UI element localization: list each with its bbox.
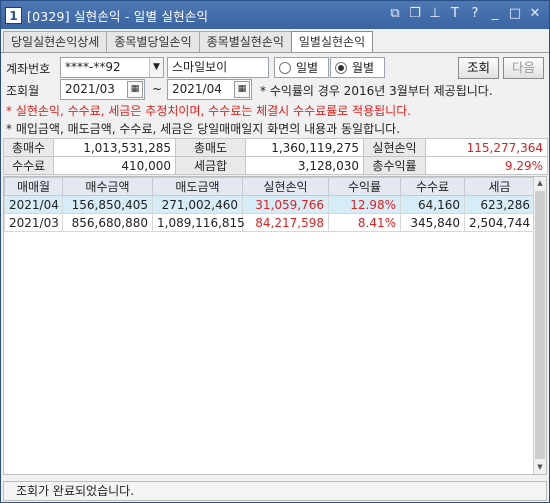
cell-realized-pnl: 31,059,766 [242,195,329,214]
status-bar: 조회가 완료되었습니다. [3,481,547,501]
col-sell-amount[interactable]: 매도금액 [152,177,243,196]
table-row[interactable]: 2021/03 856,680,880 1,089,116,815 84,217… [4,213,535,232]
close-icon[interactable]: ✕ [527,5,543,23]
scroll-up-icon[interactable]: ▲ [534,177,546,190]
cell-trade-month: 2021/04 [4,195,63,214]
cell-return-rate: 8.41% [328,213,401,232]
chevron-down-icon[interactable]: ▼ [149,58,163,77]
cell-fee: 345,840 [400,213,465,232]
title-bar[interactable]: 1 [0329] 실현손익 - 일별 실현손익 ⧉ ❐ ⊥ T ? _ □ ✕ [1,1,549,29]
minimize-icon[interactable]: _ [487,5,503,23]
total-sell-value: 1,360,119,275 [245,138,364,157]
summary-table: 총매수 1,013,531,285 총매도 1,360,119,275 실현손익… [3,138,548,175]
from-date: 2021/03 [65,82,115,96]
radio-daily[interactable]: 일별 [274,57,329,78]
tax-total-label: 세금합 [175,156,246,175]
results-grid[interactable]: 매매월 매수금액 매도금액 실현손익 수익률 수수료 세금 2021/04 15… [3,176,547,475]
font-icon[interactable]: T [447,5,463,23]
col-fee[interactable]: 수수료 [400,177,465,196]
results-table: 매매월 매수금액 매도금액 실현손익 수익률 수수료 세금 2021/04 15… [4,177,535,232]
scroll-down-icon[interactable]: ▼ [534,461,546,474]
account-value: ****-**92 [65,60,121,74]
cell-buy-amount: 856,680,880 [62,213,153,232]
summary-row: 수수료 410,000 세금합 3,128,030 총수익률 9.29% [3,156,548,175]
restore-icon[interactable]: ⧉ [387,5,403,23]
pin-icon[interactable]: ⊥ [427,5,443,23]
tab-stock-daily-pnl[interactable]: 종목별당일손익 [106,31,200,52]
to-date: 2021/04 [172,82,222,96]
vertical-scrollbar[interactable]: ▲ ▼ [533,177,546,474]
help-icon[interactable]: ? [467,5,483,23]
radio-monthly[interactable]: 월별 [330,57,385,78]
tab-daily-realized-pnl[interactable]: 일별실현손익 [290,31,374,53]
radio-daily-label: 일별 [296,61,319,75]
period-separator: ~ [152,82,163,96]
amount-note: * 매입금액, 매도금액, 수수료, 세금은 당일매매일지 화면의 내용과 동일… [6,122,401,136]
cell-return-rate: 12.98% [328,195,401,214]
account-name-field: 스마일보이 [167,57,269,78]
title-bar-icons: ⧉ ❐ ⊥ T ? _ □ ✕ [387,5,543,23]
tab-stock-realized-pnl[interactable]: 종목별실현손익 [198,31,292,52]
radio-monthly-icon [335,61,347,74]
radio-daily-icon [279,61,291,74]
calendar-icon[interactable]: ▦ [234,81,250,98]
tax-total-value: 3,128,030 [245,156,364,175]
calendar-icon[interactable]: ▦ [127,81,143,98]
query-button[interactable]: 조회 [458,57,499,79]
cell-tax: 623,286 [464,195,535,214]
realized-pnl-label: 실현손익 [363,138,426,157]
from-date-field[interactable]: 2021/03 ▦ [60,79,145,100]
table-row[interactable]: 2021/04 156,850,405 271,002,460 31,059,7… [4,195,535,214]
cell-realized-pnl: 84,217,598 [242,213,329,232]
tab-divider [1,52,549,53]
window: 1 [0329] 실현손익 - 일별 실현손익 ⧉ ❐ ⊥ T ? _ □ ✕ … [0,0,550,503]
scroll-thumb[interactable] [535,191,545,459]
total-return-label: 총수익률 [363,156,426,175]
window-title: [0329] 실현손익 - 일별 실현손익 [27,8,209,24]
total-buy-label: 총매수 [3,138,54,157]
cell-sell-amount: 271,002,460 [152,195,243,214]
total-buy-value: 1,013,531,285 [53,138,176,157]
col-return-rate[interactable]: 수익률 [328,177,401,196]
radio-monthly-label: 월별 [352,61,375,75]
to-date-field[interactable]: 2021/04 ▦ [167,79,252,100]
period-label: 조회월 [6,84,40,98]
maximize-icon[interactable]: □ [507,5,523,23]
col-realized-pnl[interactable]: 실현손익 [242,177,329,196]
fee-value: 410,000 [53,156,176,175]
col-buy-amount[interactable]: 매수금액 [62,177,153,196]
cell-trade-month: 2021/03 [4,213,63,232]
fee-label: 수수료 [3,156,54,175]
total-sell-label: 총매도 [175,138,246,157]
estimate-note: * 실현손익, 수수료, 세금은 추정치이며, 수수료는 체결시 수수료률로 적… [6,104,412,118]
account-label: 계좌번호 [6,62,51,76]
app-icon: 1 [5,6,22,24]
col-tax[interactable]: 세금 [464,177,535,196]
tab-bar: 당일실현손익상세 종목별당일손익 종목별실현손익 일별실현손익 [3,31,374,53]
tab-daily-realized-detail[interactable]: 당일실현손익상세 [3,31,108,52]
account-name: 스마일보이 [172,60,228,74]
cell-buy-amount: 156,850,405 [62,195,153,214]
total-return-value: 9.29% [425,156,548,175]
realized-pnl-value: 115,277,364 [425,138,548,157]
next-button[interactable]: 다음 [503,57,544,79]
cell-tax: 2,504,744 [464,213,535,232]
copy-icon[interactable]: ❐ [407,5,423,23]
header-row: 매매월 매수금액 매도금액 실현손익 수익률 수수료 세금 [4,177,535,196]
col-trade-month[interactable]: 매매월 [4,177,63,196]
account-select[interactable]: ****-**92 ▼ [60,57,164,78]
cell-fee: 64,160 [400,195,465,214]
period-note: * 수익률의 경우 2016년 3월부터 제공됩니다. [260,84,493,98]
summary-row: 총매수 1,013,531,285 총매도 1,360,119,275 실현손익… [3,138,548,157]
cell-sell-amount: 1,089,116,815 [152,213,245,232]
